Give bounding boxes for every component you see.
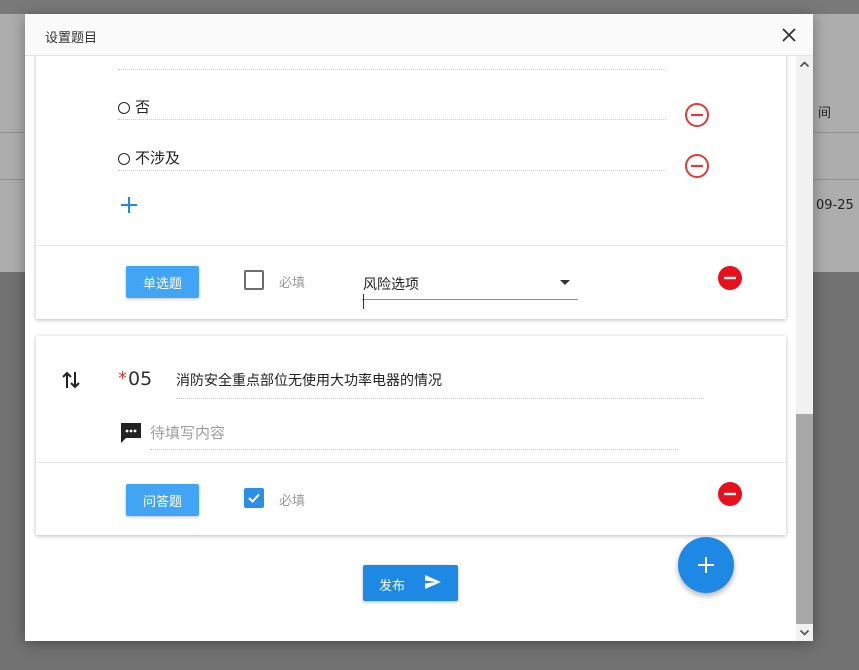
question-type-button[interactable]: 单选题 xyxy=(126,266,199,298)
risk-option-select[interactable]: 风险选项 xyxy=(362,266,578,309)
sort-icon[interactable] xyxy=(60,369,82,391)
delete-question-icon[interactable] xyxy=(718,482,742,506)
required-label: 必填 xyxy=(279,494,306,509)
answer-input[interactable]: 待填写内容 xyxy=(150,418,678,450)
scroll-down-icon[interactable] xyxy=(796,624,813,641)
plus-icon[interactable] xyxy=(120,196,138,214)
publish-button[interactable]: 发布 xyxy=(363,565,458,601)
question-type-button[interactable]: 问答题 xyxy=(126,484,199,516)
radio-icon xyxy=(118,153,130,165)
required-checkbox[interactable] xyxy=(244,488,264,508)
caret-down-icon xyxy=(560,280,570,285)
dialog-scrollbar[interactable] xyxy=(796,56,813,641)
scroll-thumb[interactable] xyxy=(796,414,813,624)
question-title: 消防安全重点部位无使用大功率电器的情况 xyxy=(176,373,442,389)
close-icon[interactable] xyxy=(779,25,799,45)
question-card: * 05 消防安全重点部位无使用大功率电器的情况 待填写内容 问答题 必填 xyxy=(36,336,786,535)
dialog-header: 设置题目 xyxy=(25,14,813,56)
card-divider xyxy=(36,245,786,246)
risk-select-value: 风险选项 xyxy=(363,277,419,293)
required-mark: * xyxy=(118,368,127,389)
scroll-up-icon[interactable] xyxy=(796,56,813,73)
publish-label: 发布 xyxy=(379,579,406,594)
option-row: 不涉及 xyxy=(118,143,666,171)
question-number: 05 xyxy=(128,368,153,390)
plus-icon xyxy=(698,557,714,573)
dialog-body: 否 不涉及 单选题 必填 风险选项 * 05 消防安全重点部位无使用大功率电器的… xyxy=(25,56,796,641)
send-icon xyxy=(424,573,442,591)
comment-icon xyxy=(119,421,143,445)
option-label[interactable]: 否 xyxy=(135,96,150,117)
remove-option-icon[interactable] xyxy=(684,153,710,179)
answer-placeholder: 待填写内容 xyxy=(150,424,226,442)
add-question-button[interactable] xyxy=(678,537,734,593)
delete-question-icon[interactable] xyxy=(718,266,742,290)
option-row xyxy=(118,56,666,70)
card-divider xyxy=(36,462,786,463)
question-title-field[interactable]: 消防安全重点部位无使用大功率电器的情况 xyxy=(176,361,704,399)
text-cursor xyxy=(363,294,364,309)
dialog-title: 设置题目 xyxy=(45,31,98,46)
required-checkbox[interactable] xyxy=(244,270,264,290)
required-label: 必填 xyxy=(279,276,306,291)
question-settings-dialog: 设置题目 否 不涉及 单选题 必填 风险选项 * 05 消防安全重点部位无使用大… xyxy=(25,14,813,641)
remove-option-icon[interactable] xyxy=(684,102,710,128)
radio-icon xyxy=(118,102,130,114)
option-row: 否 xyxy=(118,92,666,120)
option-label[interactable]: 不涉及 xyxy=(135,147,180,168)
